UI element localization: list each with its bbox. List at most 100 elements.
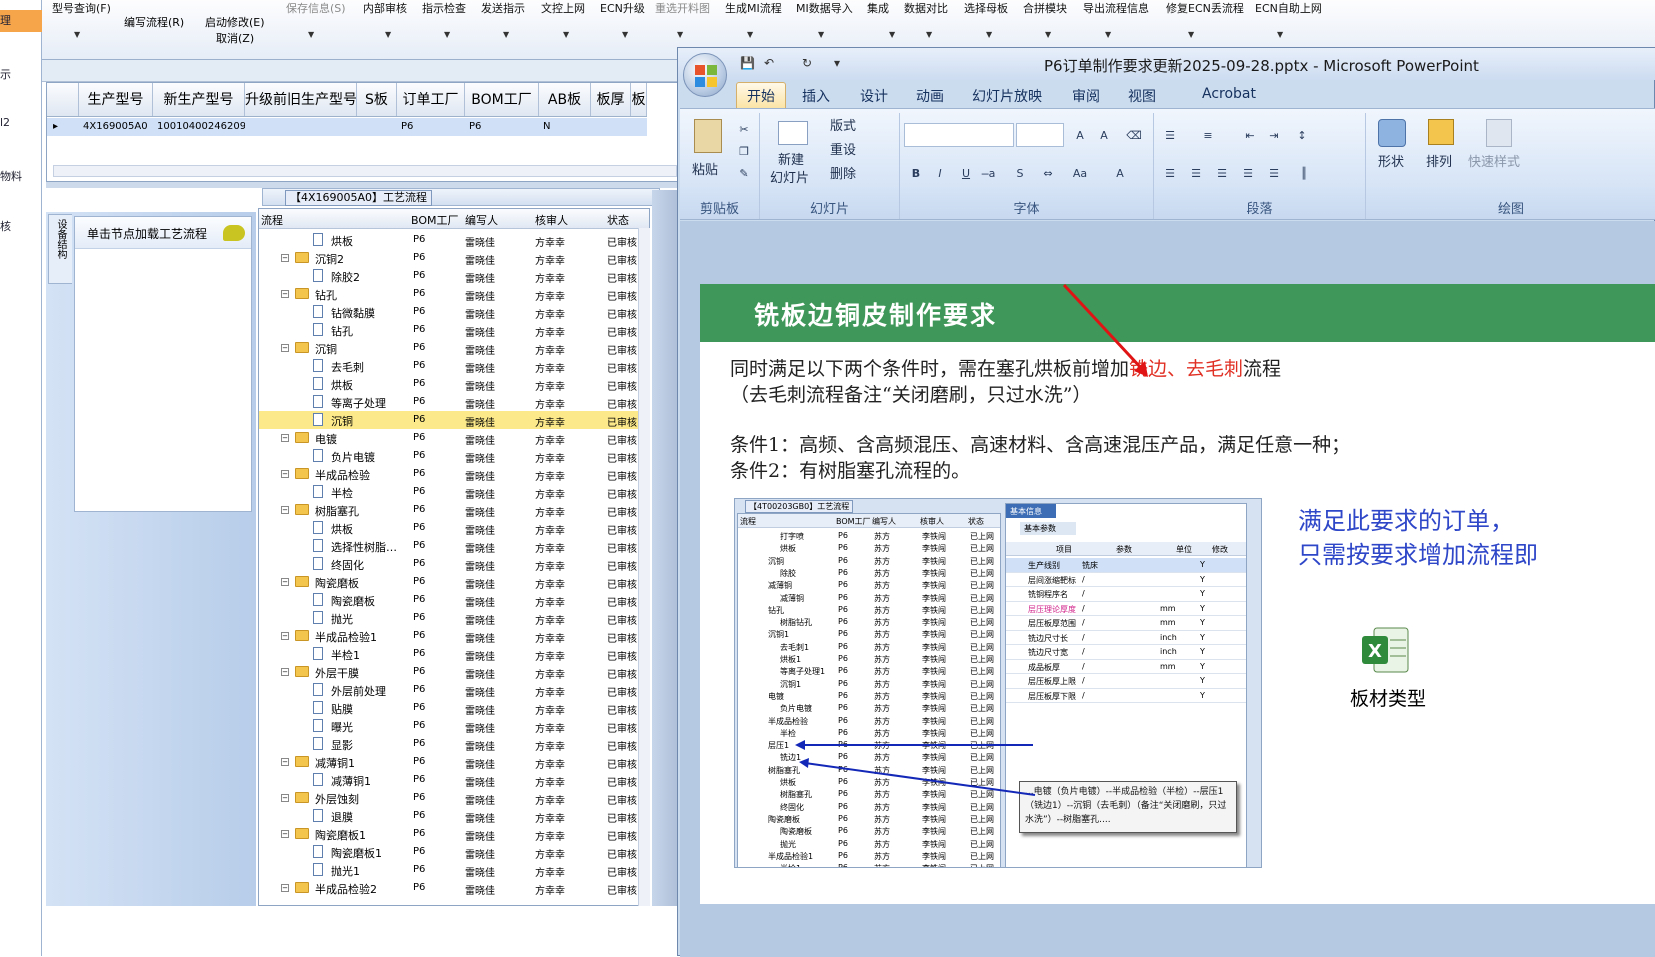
chevron-down-icon[interactable]: ▼ (1105, 30, 1111, 39)
table-row[interactable]: ▸ 4X169005A0 10010400246209 P6 P6 N (47, 118, 647, 136)
table-row[interactable]: − 陶瓷磨板1 P6 雷晓佳 方幸幸 已审核 (259, 825, 639, 843)
qat-dropdown-icon[interactable]: ▾ (834, 56, 840, 70)
undo-icon[interactable]: ↶ (764, 56, 774, 70)
table-row[interactable]: − 沉铜 P6 雷晓佳 方幸幸 已审核 (259, 339, 639, 357)
table-row[interactable]: 半检1 P6 雷晓佳 方幸幸 已审核 (259, 645, 639, 663)
bullets-icon[interactable]: ☰ (1160, 125, 1180, 145)
reset-button[interactable]: 重设 (830, 139, 856, 158)
align-right-icon[interactable]: ☰ (1212, 163, 1232, 183)
table-row[interactable]: 减薄铜1 P6 雷晓佳 方幸幸 已审核 (259, 771, 639, 789)
save-icon[interactable]: 💾 (740, 56, 755, 70)
table-row[interactable]: 显影 P6 雷晓佳 方幸幸 已审核 (259, 735, 639, 753)
delete-button[interactable]: 删除 (830, 163, 856, 182)
toolbar-button[interactable]: 合拼模块 (1023, 0, 1067, 16)
toolbar-button[interactable]: 文控上网 (541, 0, 585, 16)
shapes-button[interactable]: 形状 (1378, 151, 1404, 170)
expand-toggle-icon[interactable]: − (281, 884, 289, 892)
clear-format-icon[interactable]: ⌫ (1124, 125, 1144, 145)
expand-toggle-icon[interactable]: − (281, 290, 289, 298)
table-row[interactable]: − 减薄铜1 P6 雷晓佳 方幸幸 已审核 (259, 753, 639, 771)
distributed-icon[interactable]: ☰ (1264, 163, 1284, 183)
toolbar-button[interactable]: ECN升级 (600, 0, 645, 16)
table-row[interactable]: 贴膜 P6 雷晓佳 方幸幸 已审核 (259, 699, 639, 717)
table-cell[interactable] (591, 118, 631, 136)
table-row[interactable]: − 半成品检验2 P6 雷晓佳 方幸幸 已审核 (259, 879, 639, 897)
tree-column-header[interactable]: 流程 (261, 212, 283, 228)
table-cell[interactable]: 10010400246209 (153, 118, 245, 136)
table-row[interactable]: − 树脂塞孔 P6 雷晓佳 方幸幸 已审核 (259, 501, 639, 519)
table-row[interactable]: 陶瓷磨板1 P6 雷晓佳 方幸幸 已审核 (259, 843, 639, 861)
toolbar-button[interactable]: 发送指示 (481, 0, 525, 16)
strikethrough-icon[interactable]: ̶a (982, 163, 1002, 183)
table-row[interactable]: 等离子处理 P6 雷晓佳 方幸幸 已审核 (259, 393, 639, 411)
expand-toggle-icon[interactable]: − (281, 254, 289, 262)
table-row[interactable]: 去毛刺 P6 雷晓佳 方幸幸 已审核 (259, 357, 639, 375)
numbering-icon[interactable]: ≡ (1198, 125, 1218, 145)
table-row[interactable]: 沉铜 P6 雷晓佳 方幸幸 已审核 (259, 411, 639, 429)
grid-column-header[interactable]: 新生产型号 (153, 83, 245, 116)
shadow-icon[interactable]: S (1010, 163, 1030, 183)
toolbar-button[interactable]: 集成 (867, 0, 889, 16)
table-row[interactable]: 除胶2 P6 雷晓佳 方幸幸 已审核 (259, 267, 639, 285)
table-cell[interactable] (357, 118, 397, 136)
font-name-field[interactable] (904, 123, 1014, 147)
cancel-button[interactable]: 取消(Z) (216, 30, 254, 46)
ribbon-tab[interactable]: 幻灯片放映 (972, 86, 1042, 106)
excel-icon[interactable]: X (1360, 624, 1412, 676)
table-row[interactable]: 终固化 P6 雷晓佳 方幸幸 已审核 (259, 555, 639, 573)
chevron-down-icon[interactable]: ▼ (563, 30, 569, 39)
tree-column-header[interactable]: 状态 (607, 212, 629, 228)
chevron-down-icon[interactable]: ▼ (926, 30, 932, 39)
write-flow-button[interactable]: 编写流程(R) (124, 14, 184, 30)
table-row[interactable]: 陶瓷磨板 P6 雷晓佳 方幸幸 已审核 (259, 591, 639, 609)
ribbon-tab[interactable]: 动画 (916, 86, 944, 106)
font-size-field[interactable] (1016, 123, 1064, 147)
char-spacing-icon[interactable]: ⇔ (1038, 163, 1058, 183)
ribbon-tab[interactable]: 审阅 (1072, 86, 1100, 106)
grid-column-header[interactable]: BOM工厂 (465, 83, 539, 116)
table-cell[interactable] (631, 118, 647, 136)
table-row[interactable]: − 外层蚀刻 P6 雷晓佳 方幸幸 已审核 (259, 789, 639, 807)
table-row[interactable]: 选择性树脂… P6 雷晓佳 方幸幸 已审核 (259, 537, 639, 555)
toolbar-button[interactable]: 型号查询(F) (52, 0, 111, 16)
start-modify-button[interactable]: 启动修改(E) (205, 14, 265, 30)
chevron-down-icon[interactable]: ▼ (308, 30, 314, 39)
slide-dropdown[interactable]: 幻灯片 (770, 167, 809, 186)
toolbar-button[interactable]: 修复ECN丢流程 (1166, 0, 1244, 16)
expand-toggle-icon[interactable]: − (281, 758, 289, 766)
grid-column-header[interactable]: 板 (631, 83, 647, 116)
decrease-indent-icon[interactable]: ⇤ (1240, 125, 1260, 145)
table-row[interactable]: 退膜 P6 雷晓佳 方幸幸 已审核 (259, 807, 639, 825)
align-center-icon[interactable]: ☰ (1186, 163, 1206, 183)
expand-toggle-icon[interactable]: − (281, 632, 289, 640)
justify-icon[interactable]: ☰ (1238, 163, 1258, 183)
toolbar-button[interactable]: 内部审核 (363, 0, 407, 16)
table-row[interactable]: − 半成品检验1 P6 雷晓佳 方幸幸 已审核 (259, 627, 639, 645)
table-cell[interactable] (245, 118, 357, 136)
left-item-1[interactable]: 理 (0, 12, 11, 28)
table-row[interactable]: − 半成品检验 P6 雷晓佳 方幸幸 已审核 (259, 465, 639, 483)
expand-toggle-icon[interactable]: − (281, 668, 289, 676)
toolbar-button[interactable]: 重选开料图 (655, 0, 710, 16)
chevron-down-icon[interactable]: ▼ (1188, 30, 1194, 39)
table-row[interactable]: − 电镀 P6 雷晓佳 方幸幸 已审核 (259, 429, 639, 447)
tree-column-header[interactable]: 核审人 (535, 212, 568, 228)
table-row[interactable]: 钻孔 P6 雷晓佳 方幸幸 已审核 (259, 321, 639, 339)
chevron-down-icon[interactable]: ▼ (677, 30, 683, 39)
grow-font-icon[interactable]: A (1070, 125, 1090, 145)
toolbar-button[interactable]: 导出流程信息 (1083, 0, 1149, 16)
grid-column-header[interactable]: 生产型号 (79, 83, 153, 116)
table-row[interactable]: 抛光1 P6 雷晓佳 方幸幸 已审核 (259, 861, 639, 879)
ribbon-tab[interactable]: 视图 (1128, 86, 1156, 106)
table-row[interactable]: 烘板 P6 雷晓佳 方幸幸 已审核 (259, 375, 639, 393)
chevron-down-icon[interactable]: ▼ (622, 30, 628, 39)
new-slide-button[interactable]: 新建 (778, 149, 804, 168)
grid-column-header[interactable]: AB板 (539, 83, 591, 116)
table-row[interactable]: − 陶瓷磨板 P6 雷晓佳 方幸幸 已审核 (259, 573, 639, 591)
copy-icon[interactable]: ❐ (734, 141, 754, 161)
tree-column-header[interactable]: 编写人 (465, 212, 498, 228)
bold-icon[interactable]: B (906, 163, 926, 183)
italic-icon[interactable]: I (930, 163, 950, 183)
columns-icon[interactable]: ║ (1294, 163, 1314, 183)
chevron-down-icon[interactable]: ▼ (74, 30, 80, 39)
